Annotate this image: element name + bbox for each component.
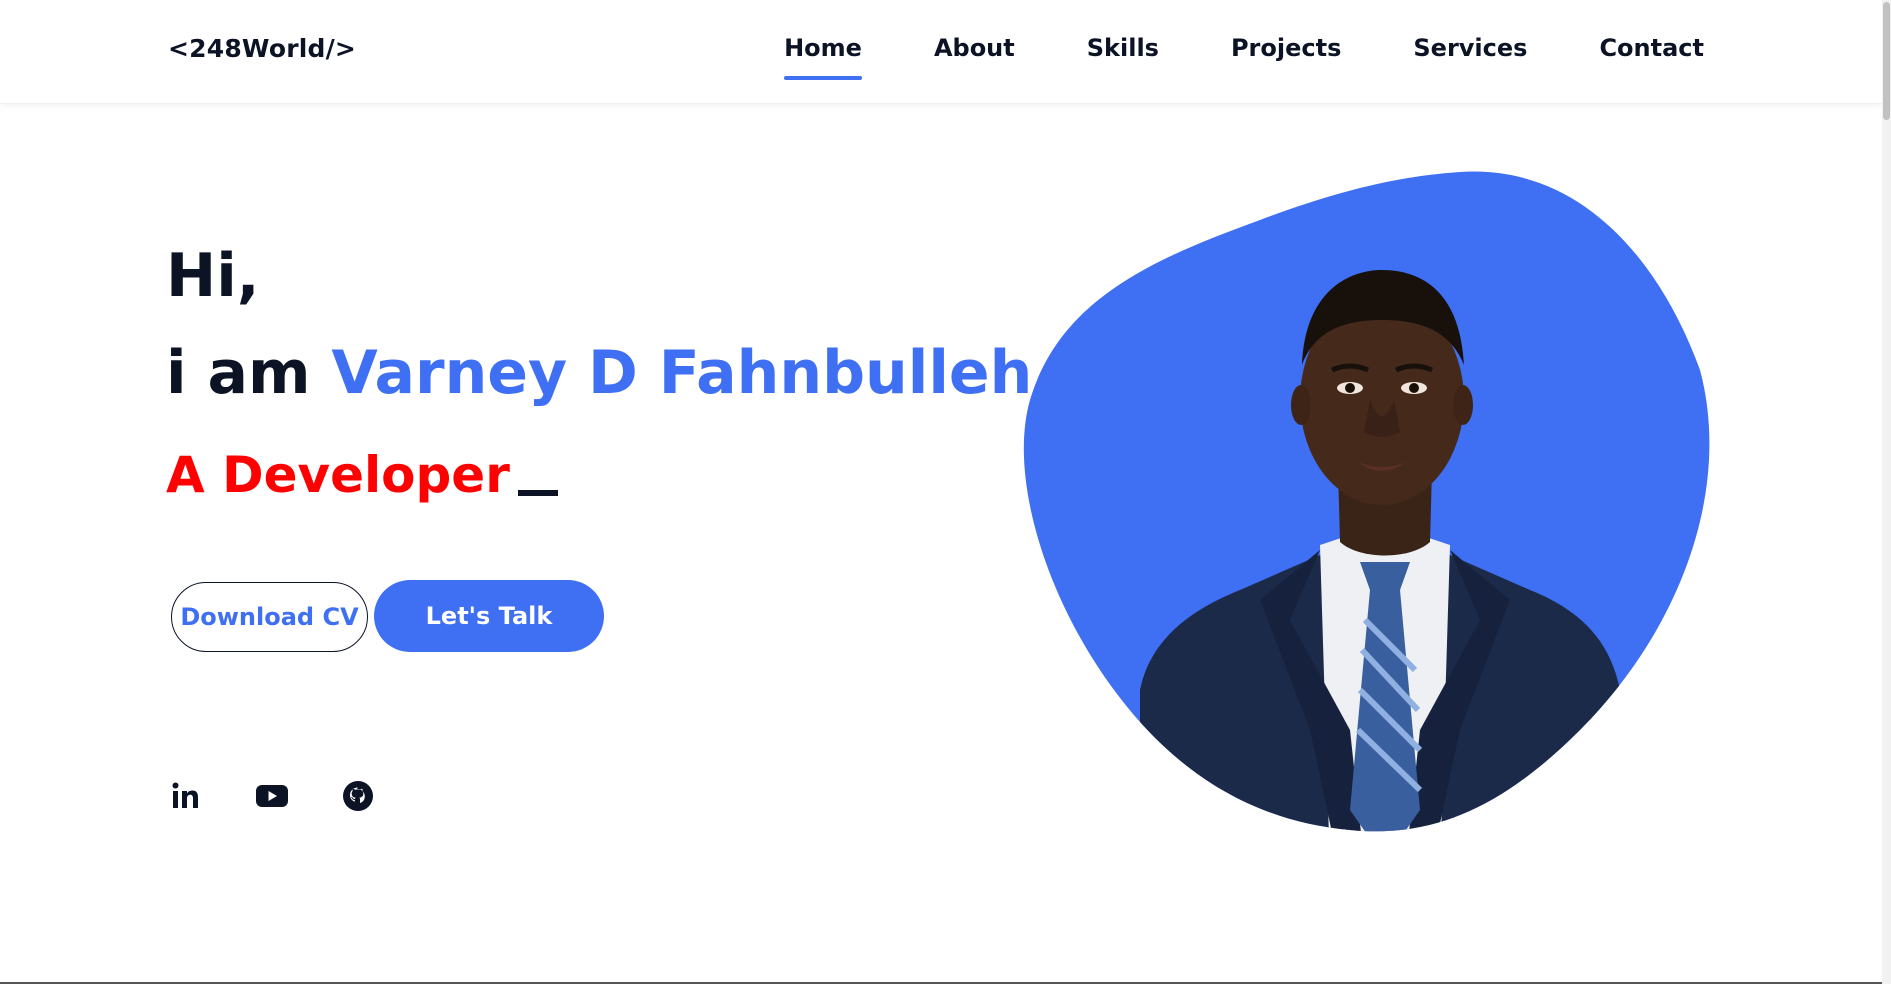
nav-projects[interactable]: Projects <box>1231 34 1341 80</box>
nav-services[interactable]: Services <box>1413 34 1527 80</box>
scrollbar-thumb[interactable] <box>1883 2 1890 120</box>
hero-intro-prefix: i am <box>166 338 311 408</box>
github-icon[interactable] <box>340 778 376 814</box>
typing-cursor <box>517 490 558 496</box>
nav-skills[interactable]: Skills <box>1087 34 1159 80</box>
youtube-icon[interactable] <box>254 778 290 814</box>
nav-home[interactable]: Home <box>784 34 862 80</box>
page-scrollbar[interactable] <box>1882 0 1891 984</box>
download-cv-button[interactable]: Download CV <box>171 582 368 652</box>
lets-talk-button[interactable]: Let's Talk <box>374 580 604 652</box>
hero-intro: i am Varney D Fahnbulleh <box>166 343 1032 403</box>
social-links <box>168 778 376 814</box>
linkedin-icon[interactable] <box>168 778 204 814</box>
hero-role-text: A Developer <box>166 446 510 504</box>
hero-role: A Developer <box>166 450 558 500</box>
main-nav: Home About Skills Projects Services Cont… <box>784 34 1704 80</box>
site-header: <248World/> Home About Skills Projects S… <box>0 0 1882 104</box>
site-logo[interactable]: <248World/> <box>168 34 356 63</box>
hero-greeting: Hi, <box>166 241 260 311</box>
portfolio-page: <248World/> Home About Skills Projects S… <box>0 0 1891 984</box>
nav-about[interactable]: About <box>934 34 1015 80</box>
hero-name: Varney D Fahnbulleh <box>331 338 1033 408</box>
nav-contact[interactable]: Contact <box>1599 34 1704 80</box>
portrait-blob <box>1023 171 1710 832</box>
